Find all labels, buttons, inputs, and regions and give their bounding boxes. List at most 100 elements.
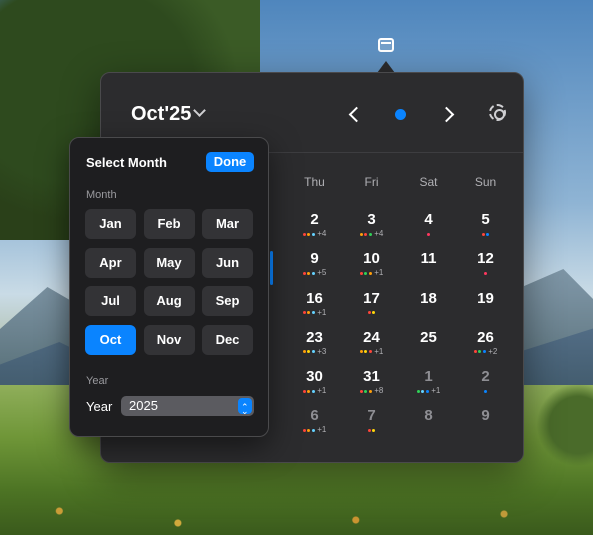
day-number: 24	[363, 328, 380, 346]
event-dot	[486, 232, 490, 236]
day-cell[interactable]: 9	[457, 407, 514, 446]
event-dots: +1	[343, 268, 400, 278]
event-dot	[368, 350, 372, 354]
day-cell[interactable]: 17	[343, 290, 400, 329]
event-dot	[368, 271, 372, 275]
event-dot	[367, 311, 371, 315]
stepper-icon[interactable]	[238, 397, 252, 421]
event-dot	[307, 232, 311, 236]
more-events-count: +5	[317, 268, 327, 278]
day-cell[interactable]: 6 +1	[286, 407, 343, 446]
day-cell[interactable]: 11	[400, 250, 457, 289]
day-number: 12	[477, 250, 494, 268]
event-dot	[478, 350, 482, 354]
more-events-count: +2	[488, 346, 498, 356]
month-button-nov[interactable]: Nov	[143, 324, 195, 355]
day-number: 30	[306, 368, 323, 386]
month-grid: Jan Feb Mar Apr May Jun Jul Aug Sep Oct Nov Dec	[85, 209, 253, 355]
month-button-mar[interactable]: Mar	[202, 209, 253, 239]
chevron-down-icon[interactable]	[193, 104, 206, 117]
weekday-header: Thu Fri Sat Sun	[286, 175, 514, 189]
event-dot	[311, 232, 315, 236]
day-number: 23	[306, 328, 323, 346]
day-number: 1	[424, 368, 433, 386]
month-picker: Select Month Done Month Jan Feb Mar Apr May J…	[69, 137, 269, 437]
day-cell[interactable]: 25	[400, 329, 457, 368]
event-dots: +1	[400, 386, 457, 396]
month-button-oct[interactable]: Oct	[85, 324, 136, 355]
day-number: 10	[363, 250, 380, 268]
calendar-menubar-icon[interactable]	[378, 38, 394, 52]
month-button-may[interactable]: May	[143, 247, 195, 278]
more-events-count: +4	[374, 229, 384, 238]
day-cell[interactable]: 1 +1	[400, 368, 457, 407]
day-cell[interactable]: 26 +2	[457, 329, 514, 368]
month-button-sep[interactable]: Sep	[202, 286, 253, 316]
done-button[interactable]: Done	[206, 152, 254, 172]
event-dot	[307, 271, 311, 275]
day-cell[interactable]: 30 +1	[286, 368, 343, 407]
year-select[interactable]: 2025	[121, 396, 254, 421]
selection-indicator	[270, 251, 273, 285]
month-button-jan[interactable]: Jan	[85, 209, 136, 239]
day-cell[interactable]: 16 +1	[286, 290, 343, 329]
day-cell[interactable]: 7	[343, 407, 400, 446]
day-cell[interactable]: 5	[457, 211, 514, 250]
more-events-count: +1	[317, 307, 327, 317]
more-events-count: +1	[317, 386, 327, 396]
month-button-feb[interactable]: Feb	[143, 209, 195, 239]
more-events-count: +3	[317, 346, 327, 356]
day-cell[interactable]: 23 +3	[286, 329, 343, 368]
event-dot	[302, 232, 306, 236]
event-dots: +1	[286, 308, 343, 318]
month-title[interactable]: Oct'25	[131, 103, 191, 126]
event-dot	[359, 350, 363, 354]
chevron-left-icon[interactable]	[347, 107, 361, 121]
day-number: 2	[310, 211, 319, 228]
event-dots	[400, 308, 457, 318]
day-cell[interactable]: 4	[400, 211, 457, 250]
day-cell[interactable]: 3 +4	[343, 211, 400, 250]
month-button-dec[interactable]: Dec	[202, 324, 253, 355]
chevron-right-icon[interactable]	[441, 107, 455, 121]
event-dot	[368, 232, 372, 236]
event-dot	[307, 311, 311, 315]
more-events-count: +1	[374, 346, 384, 356]
day-number: 25	[420, 328, 437, 346]
day-cell[interactable]: 10 +1	[343, 250, 400, 289]
event-dot	[482, 350, 486, 354]
day-cell[interactable]: 19	[457, 290, 514, 329]
event-dot	[367, 428, 371, 432]
day-cell[interactable]: 8	[400, 407, 457, 446]
event-dot	[484, 389, 487, 393]
event-dot	[302, 389, 306, 393]
event-dots	[400, 347, 457, 357]
day-cell[interactable]: 12	[457, 250, 514, 289]
day-number: 7	[367, 407, 376, 425]
event-dots	[457, 268, 514, 278]
event-dots	[400, 425, 457, 435]
day-cell[interactable]: 18	[400, 290, 457, 329]
day-cell[interactable]: 31 +8	[343, 368, 400, 407]
day-cell[interactable]: 2	[457, 368, 514, 407]
gear-icon[interactable]	[489, 104, 506, 121]
month-button-apr[interactable]: Apr	[85, 247, 136, 278]
day-number: 31	[363, 368, 380, 386]
month-button-jun[interactable]: Jun	[202, 247, 253, 278]
event-dots: +5	[286, 268, 343, 278]
day-cell[interactable]: 2 +4	[286, 211, 343, 250]
event-dot	[311, 311, 315, 315]
more-events-count: +8	[374, 386, 384, 396]
event-dots	[457, 308, 514, 318]
day-cell[interactable]: 9 +5	[286, 250, 343, 289]
event-dot	[364, 350, 368, 354]
event-dot	[311, 271, 315, 275]
day-number: 2	[481, 368, 490, 386]
month-button-aug[interactable]: Aug	[143, 286, 195, 316]
month-button-jul[interactable]: Jul	[85, 286, 136, 316]
day-cell[interactable]: 24 +1	[343, 329, 400, 368]
event-dots	[457, 386, 514, 396]
more-events-count: +1	[431, 386, 441, 396]
today-button[interactable]	[395, 109, 406, 120]
weekday-label: Sat	[419, 175, 438, 189]
